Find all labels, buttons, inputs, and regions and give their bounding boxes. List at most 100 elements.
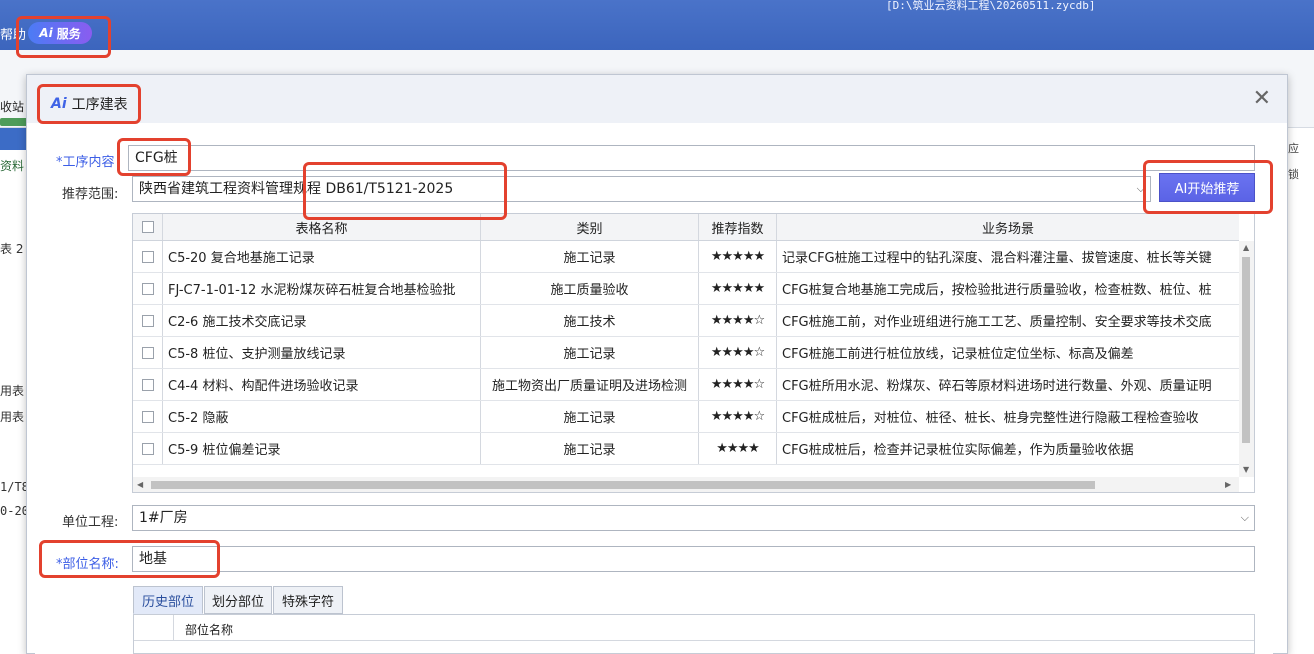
ai-logo-icon: Ai: [51, 96, 67, 112]
row-checkbox-cell[interactable]: [133, 305, 163, 336]
dialog-title: Ai 工序建表: [51, 94, 128, 114]
row-gutter: [134, 615, 174, 641]
table-horizontal-scrollbar[interactable]: ◀ ▶: [133, 477, 1239, 492]
row-checkbox-cell[interactable]: [133, 369, 163, 400]
cell-scene: CFG桩所用水泥、粉煤灰、碎石等原材料进场时进行数量、外观、质量证明: [782, 379, 1212, 394]
cell-stars: ★★★★☆: [699, 369, 777, 400]
select-all-checkbox-cell[interactable]: [133, 214, 163, 240]
right-fragment: 应: [1288, 142, 1299, 155]
cell-category: 施工记录: [481, 337, 699, 368]
cell-stars: ★★★★☆: [699, 305, 777, 336]
row-checkbox[interactable]: [141, 314, 154, 327]
cell-category: 施工记录: [481, 241, 699, 272]
scroll-thumb[interactable]: [151, 481, 1095, 489]
app-titlebar: [D:\筑业云资料工程\20260511.zycdb] 帮助 Ai 服务: [0, 0, 1314, 50]
scroll-up-icon[interactable]: ▲: [1243, 243, 1249, 252]
row-checkbox[interactable]: [141, 282, 154, 295]
unit-label: 单位工程:: [62, 515, 119, 530]
table-header: 表格名称 类别 推荐指数 业务场景: [133, 214, 1239, 241]
cell-stars: ★★★★☆: [699, 337, 777, 368]
parts-table-header: 部位名称: [134, 615, 1254, 641]
row-checkbox-cell[interactable]: [133, 241, 163, 272]
header-part-name[interactable]: 部位名称: [185, 621, 233, 638]
scroll-down-icon[interactable]: ▼: [1243, 465, 1249, 474]
cell-name: C5-2 隐蔽: [163, 401, 481, 432]
left-fragment: 用表: [0, 384, 25, 398]
cell-scene: CFG桩成桩后，检查并记录桩位实际偏差，作为质量验收依据: [782, 443, 1134, 458]
table-row[interactable]: C5-9 桩位偏差记录 施工记录 ★★★★ CFG桩成桩后，检查并记录桩位实际偏…: [133, 433, 1239, 465]
row-checkbox-cell[interactable]: [133, 401, 163, 432]
tab-history-parts[interactable]: 历史部位: [133, 586, 203, 614]
tab-division-parts[interactable]: 划分部位: [204, 586, 272, 614]
left-fragment: 表 2: [0, 242, 24, 256]
row-checkbox-cell[interactable]: [133, 337, 163, 368]
select-all-checkbox[interactable]: [141, 221, 154, 233]
cell-stars: ★★★★★: [699, 241, 777, 272]
scope-label: 推荐范围:: [62, 187, 119, 202]
tab-special-chars[interactable]: 特殊字符: [273, 586, 343, 614]
table-row[interactable]: C4-4 材料、构配件进场验收记录 施工物资出厂质量证明及进场检测 ★★★★☆ …: [133, 369, 1239, 401]
row-checkbox[interactable]: [141, 442, 154, 455]
header-scene[interactable]: 业务场景: [777, 214, 1239, 240]
row-checkbox-cell[interactable]: [133, 273, 163, 304]
process-input[interactable]: CFG桩: [128, 145, 1255, 171]
process-label: *工序内容: [56, 155, 115, 170]
table-vertical-scrollbar[interactable]: ▲ ▼: [1239, 241, 1254, 477]
unit-value: 1#厂房: [139, 510, 188, 526]
close-icon[interactable]: ✕: [1253, 88, 1271, 110]
cell-category: 施工记录: [481, 401, 699, 432]
row-checkbox[interactable]: [141, 346, 154, 359]
cell-stars: ★★★★: [699, 433, 777, 464]
recycle-label: 收站: [0, 100, 25, 114]
cell-name: C5-20 复合地基施工记录: [163, 241, 481, 272]
table-row[interactable]: C2-6 施工技术交底记录 施工技术 ★★★★☆ CFG桩施工前，对作业班组进行…: [133, 305, 1239, 337]
table-row-partial: [133, 465, 1239, 477]
cell-scene: CFG桩施工前进行桩位放线，记录桩位定位坐标、标高及偏差: [782, 347, 1134, 362]
row-checkbox[interactable]: [141, 410, 154, 423]
chevron-down-icon[interactable]: ⌵: [1137, 177, 1145, 201]
scroll-left-icon[interactable]: ◀: [137, 480, 143, 489]
scroll-right-icon[interactable]: ▶: [1225, 480, 1231, 489]
scroll-thumb[interactable]: [1242, 257, 1250, 443]
cell-category: 施工记录: [481, 433, 699, 464]
cell-scene: CFG桩复合地基施工完成后，按检验批进行质量验收，检查桩数、桩位、桩: [782, 283, 1212, 298]
unit-select[interactable]: 1#厂房 ⌵: [132, 505, 1255, 531]
chevron-down-icon[interactable]: ⌵: [1241, 506, 1249, 530]
cell-name: C5-8 桩位、支护测量放线记录: [163, 337, 481, 368]
menu-help[interactable]: 帮助: [0, 24, 26, 43]
left-fragment: 资料: [0, 159, 25, 173]
row-checkbox[interactable]: [141, 250, 154, 263]
cell-category: 施工物资出厂质量证明及进场检测: [481, 369, 699, 400]
ai-logo-icon: Ai: [39, 26, 53, 40]
table-row[interactable]: FJ-C7-1-01-12 水泥粉煤灰碎石桩复合地基检验批 施工质量验收 ★★★…: [133, 273, 1239, 305]
row-checkbox[interactable]: [141, 378, 154, 391]
row-checkbox-cell[interactable]: [133, 433, 163, 464]
cell-category: 施工技术: [481, 305, 699, 336]
cell-scene: CFG桩施工前，对作业班组进行施工工艺、质量控制、安全要求等技术交底: [782, 315, 1212, 330]
header-category[interactable]: 类别: [481, 214, 699, 240]
right-panel: [1288, 128, 1314, 654]
cell-stars: ★★★★☆: [699, 401, 777, 432]
dialog-title-text: 工序建表: [71, 97, 128, 113]
dialog-header: Ai 工序建表 ✕: [27, 75, 1287, 123]
scope-value: 陕西省建筑工程资料管理规程 DB61/T5121-2025: [139, 181, 454, 197]
table-row[interactable]: C5-8 桩位、支护测量放线记录 施工记录 ★★★★☆ CFG桩施工前进行桩位放…: [133, 337, 1239, 369]
parts-table: 部位名称: [133, 614, 1255, 654]
scope-select[interactable]: 陕西省建筑工程资料管理规程 DB61/T5121-2025 ⌵: [132, 176, 1151, 202]
header-name[interactable]: 表格名称: [163, 214, 481, 240]
ai-recommend-button[interactable]: AI开始推荐: [1159, 173, 1255, 202]
cell-scene: CFG桩成桩后，对桩位、桩径、桩长、桩身完整性进行隐蔽工程检查验收: [782, 411, 1199, 426]
ai-service-label: 服务: [56, 26, 81, 41]
table-row[interactable]: C5-20 复合地基施工记录 施工记录 ★★★★★ 记录CFG桩施工过程中的钻孔…: [133, 241, 1239, 273]
part-label: *部位名称:: [56, 557, 119, 572]
cell-stars: ★★★★★: [699, 273, 777, 304]
table-row[interactable]: C5-2 隐蔽 施工记录 ★★★★☆ CFG桩成桩后，对桩位、桩径、桩长、桩身完…: [133, 401, 1239, 433]
cell-category: 施工质量验收: [481, 273, 699, 304]
part-input[interactable]: 地基: [132, 546, 1255, 572]
ai-service-button[interactable]: Ai 服务: [28, 22, 92, 44]
header-stars[interactable]: 推荐指数: [699, 214, 777, 240]
left-panel-header: [0, 128, 26, 150]
recommend-table: 表格名称 类别 推荐指数 业务场景 C5-20 复合地基施工记录 施工记录 ★★…: [132, 213, 1255, 493]
right-fragment: 锁: [1288, 168, 1299, 181]
recycle-bin-icon[interactable]: [0, 118, 28, 126]
